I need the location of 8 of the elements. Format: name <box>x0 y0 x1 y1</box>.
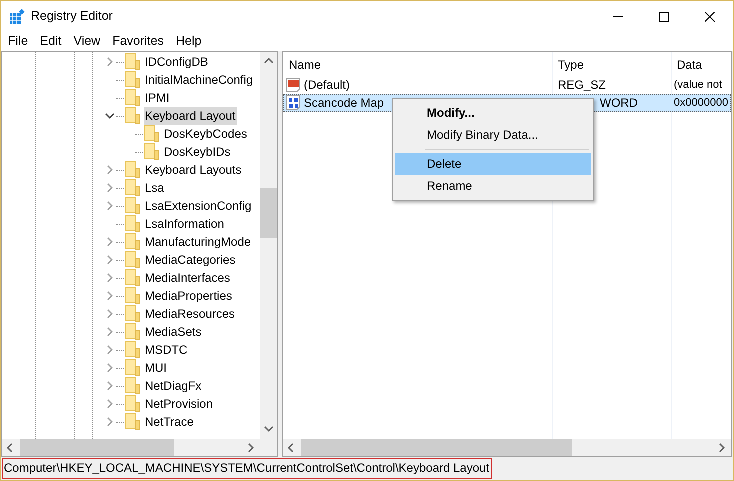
table-cell-text: 0x0000000 <box>673 96 728 111</box>
status-bar-path: Computer\HKEY_LOCAL_MACHINE\SYSTEM\CurrentControlSet\Control\Keyboard Layout <box>2 458 492 479</box>
window-title: Registry Editor <box>31 8 113 26</box>
table-cell-text: WORD <box>599 95 639 112</box>
table-cell-text: Scancode Map <box>304 95 384 112</box>
table-cell-text: (value not <box>673 78 722 93</box>
table-cell-text: (Default) <box>304 77 350 94</box>
table-cell-text: REG_SZ <box>557 77 608 94</box>
